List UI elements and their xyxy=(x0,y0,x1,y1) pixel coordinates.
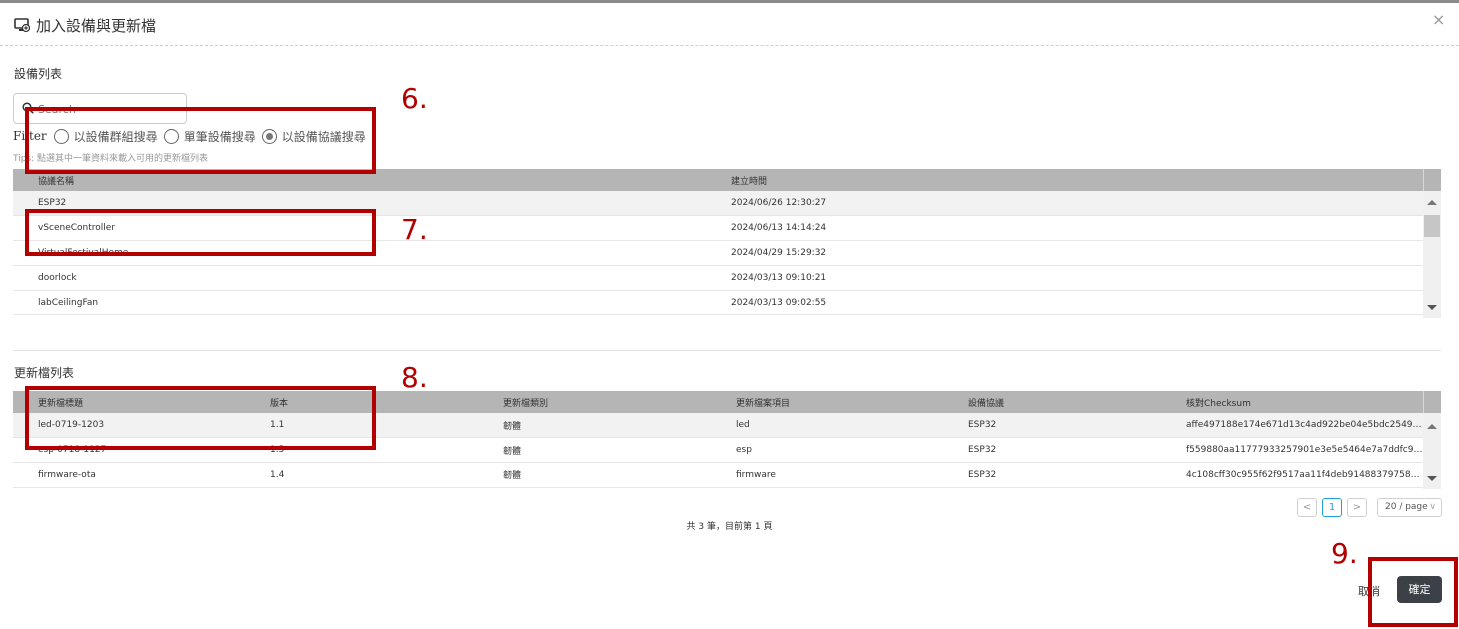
created-time-cell: 2024/06/13 14:14:24 xyxy=(706,215,1423,242)
scroll-up-arrow[interactable] xyxy=(1427,424,1437,429)
checksum-cell: affe497188e174e671d13c4ad922be04e5bdc254… xyxy=(1161,413,1423,439)
annotation-number-8: 8. xyxy=(401,361,428,394)
header-divider xyxy=(0,45,1459,46)
protocol-cell: labCeilingFan xyxy=(13,290,706,316)
item-cell: firmware xyxy=(711,462,943,488)
created-time-cell: 2024/06/26 12:30:27 xyxy=(706,191,1423,217)
column-header[interactable]: 設備協議 xyxy=(943,391,1161,413)
column-header[interactable]: 更新檔類別 xyxy=(478,391,711,413)
table-row[interactable]: doorlock 2024/03/13 09:10:21 xyxy=(13,265,1423,291)
prev-page-button[interactable]: < xyxy=(1297,498,1317,517)
column-header[interactable]: 核對Checksum xyxy=(1161,391,1423,413)
scroll-down-arrow[interactable] xyxy=(1427,476,1437,481)
scroll-up-arrow[interactable] xyxy=(1427,200,1437,205)
column-header[interactable]: 建立時間 xyxy=(706,169,1423,191)
chevron-down-icon: ∨ xyxy=(1429,502,1436,512)
checksum-cell: 4c108cff30c955f62f9517aa11f4deb914883797… xyxy=(1161,462,1423,488)
checksum-cell: f559880aa11777933257901e3e5e5464e7a7ddfc… xyxy=(1161,437,1423,464)
page-size-select[interactable]: 20 / page ∨ xyxy=(1377,498,1442,517)
annotation-number-7: 7. xyxy=(401,213,428,246)
pagination-info: 共 3 筆，目前第 1 頁 xyxy=(686,522,773,532)
protocol-cell: ESP32 xyxy=(943,462,1161,488)
device-add-icon xyxy=(14,18,30,33)
created-time-cell: 2024/03/13 09:10:21 xyxy=(706,265,1423,291)
table-header-cap xyxy=(1423,391,1441,413)
scroll-thumb[interactable] xyxy=(1424,215,1440,237)
column-header[interactable]: 更新檔案項目 xyxy=(711,391,943,413)
protocol-cell: ESP32 xyxy=(943,437,1161,464)
version-cell: 1.4 xyxy=(245,462,478,488)
category-cell: 韌體 xyxy=(478,437,711,464)
created-time-cell: 2024/04/29 15:29:32 xyxy=(706,240,1423,266)
device-list-title: 設備列表 xyxy=(14,67,63,81)
table-header-cap xyxy=(1423,169,1441,191)
annotation-box-8 xyxy=(25,386,376,450)
category-cell: 韌體 xyxy=(478,413,711,439)
protocol-cell: doorlock xyxy=(13,265,706,291)
table-row[interactable]: firmware-ota 1.4 韌體 firmware ESP32 4c108… xyxy=(13,462,1423,488)
page-size-value: 20 / page xyxy=(1385,502,1428,512)
annotation-number-9: 9. xyxy=(1331,537,1358,570)
created-time-cell: 2024/03/13 09:02:55 xyxy=(706,290,1423,316)
annotation-number-6: 6. xyxy=(401,82,428,115)
annotation-box-9 xyxy=(1368,557,1458,627)
update-list-title: 更新檔列表 xyxy=(14,366,75,380)
dialog-header: 加入設備與更新檔 × xyxy=(0,3,1459,43)
dialog-title: 加入設備與更新檔 xyxy=(36,17,157,35)
item-cell: led xyxy=(711,413,943,439)
device-table-scrollbar[interactable] xyxy=(1423,191,1441,318)
scroll-down-arrow[interactable] xyxy=(1427,305,1437,310)
section-divider xyxy=(13,350,1441,351)
annotation-box-7 xyxy=(25,209,376,256)
item-cell: esp xyxy=(711,437,943,464)
close-icon[interactable]: × xyxy=(1432,10,1445,29)
update-table-scrollbar[interactable] xyxy=(1423,413,1441,489)
category-cell: 韌體 xyxy=(478,462,711,488)
annotation-box-6 xyxy=(25,107,376,174)
protocol-cell: ESP32 xyxy=(943,413,1161,439)
update-title-cell: firmware-ota xyxy=(13,462,245,488)
next-page-button[interactable]: > xyxy=(1347,498,1367,517)
table-row[interactable]: labCeilingFan 2024/03/13 09:02:55 xyxy=(13,290,1423,316)
page-number-button[interactable]: 1 xyxy=(1322,498,1342,517)
